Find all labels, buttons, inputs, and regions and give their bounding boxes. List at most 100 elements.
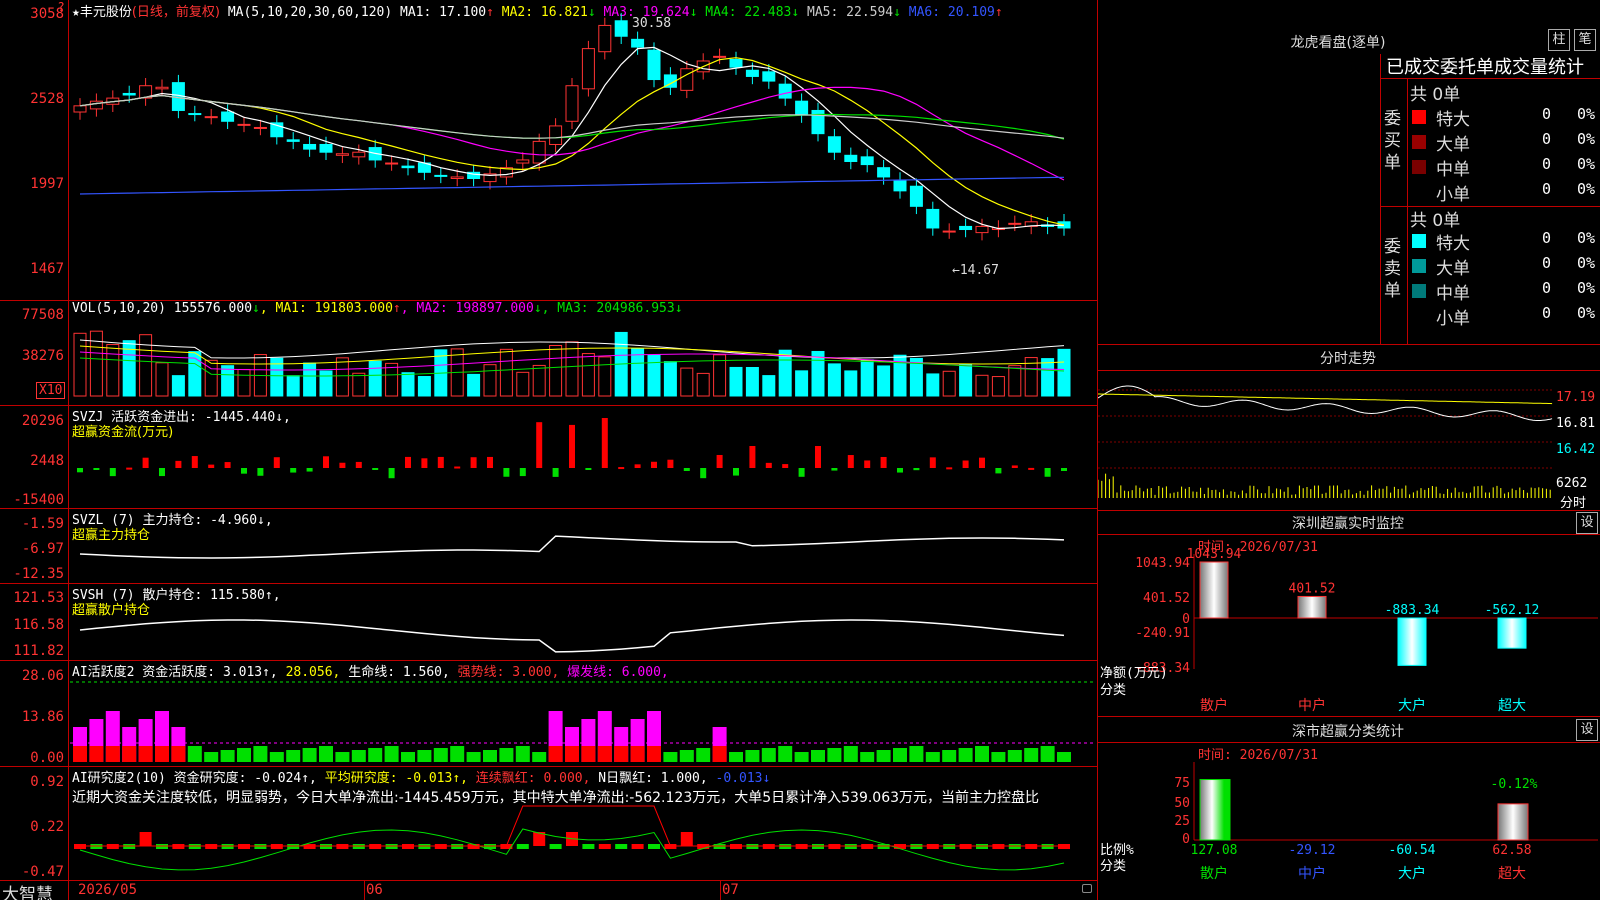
- volume-bar: [417, 375, 431, 397]
- stats-axis-label: 25: [1174, 814, 1190, 829]
- research-bar: [598, 844, 611, 849]
- money-flow-bar: [782, 464, 789, 468]
- order-percent: 0%: [1577, 229, 1596, 247]
- order-row[interactable]: 特大 0 0%: [1412, 229, 1600, 254]
- stats-bar-chart[interactable]: 75 50 25 0 比例%分类 127.08 散户 -29.12 中户 -60.54 大户 62.5…: [1098, 742, 1600, 900]
- order-percent: 0%: [1577, 130, 1596, 148]
- order-row[interactable]: 大单 0 0%: [1412, 130, 1600, 155]
- volume-bar: [647, 354, 661, 397]
- candle-body: [778, 83, 792, 99]
- stats-ylabel: 比例%: [1100, 843, 1134, 858]
- intraday-avg-line: [1098, 393, 1553, 405]
- monitor-axis-label: 1043.94: [1135, 556, 1190, 571]
- candle-body: [319, 143, 333, 153]
- tick-mode-button[interactable]: 笔: [1574, 29, 1596, 51]
- order-row[interactable]: 大单 0 0%: [1412, 254, 1600, 279]
- volume-bar: [581, 353, 595, 397]
- candle-body: [204, 116, 218, 119]
- money-flow-bar: [208, 464, 215, 468]
- chart-area[interactable]: 3058 2528 1997 1467 ? ★丰元股份(日线，前复权) MA(5…: [0, 0, 1098, 900]
- monitor-bar-chart[interactable]: 1043.94 401.52 0-240.91 -883.34 净额(万元) 分类 1043…: [1098, 534, 1600, 716]
- order-row[interactable]: 中单 0 0%: [1412, 155, 1600, 180]
- stats-top-label: -0.12%: [1491, 777, 1538, 792]
- activity-bar: [811, 750, 825, 762]
- activity-bar: [401, 752, 415, 762]
- activity-bar: [1024, 748, 1039, 762]
- candle-body: [565, 85, 579, 122]
- candle-body: [713, 55, 727, 58]
- stats-bar-label: -29.12: [1289, 843, 1336, 858]
- order-label: 中单: [1436, 160, 1470, 180]
- candle-body: [877, 167, 891, 178]
- activity-bar-core: [73, 746, 87, 762]
- research-bar: [631, 844, 644, 849]
- monitor-axis-label: -240.91: [1135, 626, 1190, 641]
- candle-body: [614, 20, 628, 37]
- monitor-bar-label: -562.12: [1485, 603, 1540, 618]
- volume-bar: [680, 367, 694, 397]
- monitor-xlabel: 分类: [1100, 683, 1126, 698]
- candlestick-chart[interactable]: 30.58 ←14.67: [0, 0, 1098, 900]
- order-label: 特大: [1436, 234, 1470, 254]
- activity-bar-core: [171, 746, 186, 762]
- money-flow-bar: [864, 460, 871, 468]
- candle-body: [598, 24, 612, 53]
- activity-bar: [991, 752, 1006, 762]
- candle-body: [401, 165, 415, 169]
- candle-body: [893, 179, 907, 192]
- candle-body: [975, 225, 989, 234]
- order-row[interactable]: 小单 0 0%: [1412, 304, 1600, 329]
- order-count: 0: [1542, 180, 1552, 198]
- activity-bar-core: [647, 746, 661, 762]
- candle-body: [188, 113, 202, 116]
- stats-bar-label: 127.08: [1191, 843, 1238, 858]
- order-label: 大单: [1436, 135, 1470, 155]
- stats-axis-label: 50: [1174, 796, 1190, 811]
- candle-body: [532, 140, 546, 164]
- money-flow-bar: [749, 446, 756, 468]
- stats-settings-button[interactable]: 设: [1576, 719, 1598, 741]
- money-flow-bar: [437, 456, 444, 468]
- intraday-chart[interactable]: [1098, 370, 1558, 510]
- order-row[interactable]: 小单 0 0%: [1412, 180, 1600, 205]
- candle-body: [549, 125, 563, 145]
- research-bar: [615, 844, 628, 849]
- order-count: 0: [1542, 105, 1552, 123]
- volume-bar: [549, 344, 563, 397]
- order-color-swatch: [1412, 110, 1426, 124]
- activity-bar: [893, 748, 907, 762]
- candle-body: [352, 151, 366, 158]
- dragon-tabs[interactable]: 已成交委托单成交量统计: [1386, 53, 1600, 79]
- activity-bar: [827, 748, 842, 762]
- money-flow-bar: [355, 461, 362, 468]
- bar-mode-button[interactable]: 柱: [1548, 29, 1570, 51]
- monitor-axis-label: 401.52: [1143, 591, 1190, 606]
- money-flow-bar: [191, 456, 198, 468]
- money-flow-bar: [765, 462, 772, 468]
- money-flow-bar: [831, 468, 838, 471]
- money-flow-bar: [601, 418, 608, 468]
- research-bar: [549, 844, 562, 849]
- volume-bar: [745, 366, 759, 397]
- money-flow-bar: [667, 459, 674, 468]
- volume-bar: [811, 350, 825, 397]
- volume-bar: [975, 374, 989, 397]
- order-color-swatch: [1412, 259, 1426, 273]
- money-flow-bar: [306, 468, 313, 472]
- order-label: 小单: [1436, 185, 1470, 205]
- order-row[interactable]: 中单 0 0%: [1412, 279, 1600, 304]
- stats-category-label: 散户: [1200, 865, 1228, 882]
- monitor-settings-button[interactable]: 设: [1576, 512, 1598, 534]
- candle-body: [450, 176, 464, 179]
- activity-bar-core: [597, 746, 612, 762]
- candle-body: [237, 123, 251, 126]
- monitor-title: 深圳超赢实时监控: [1292, 516, 1404, 532]
- activity-bar: [220, 750, 235, 762]
- volume-bar: [827, 363, 841, 397]
- order-row[interactable]: 特大 0 0%: [1412, 105, 1600, 130]
- money-flow-bar: [1044, 468, 1051, 477]
- candle-body: [827, 136, 841, 153]
- volume-bar: [303, 362, 317, 397]
- candle-body: [942, 230, 956, 233]
- activity-bar: [302, 748, 317, 762]
